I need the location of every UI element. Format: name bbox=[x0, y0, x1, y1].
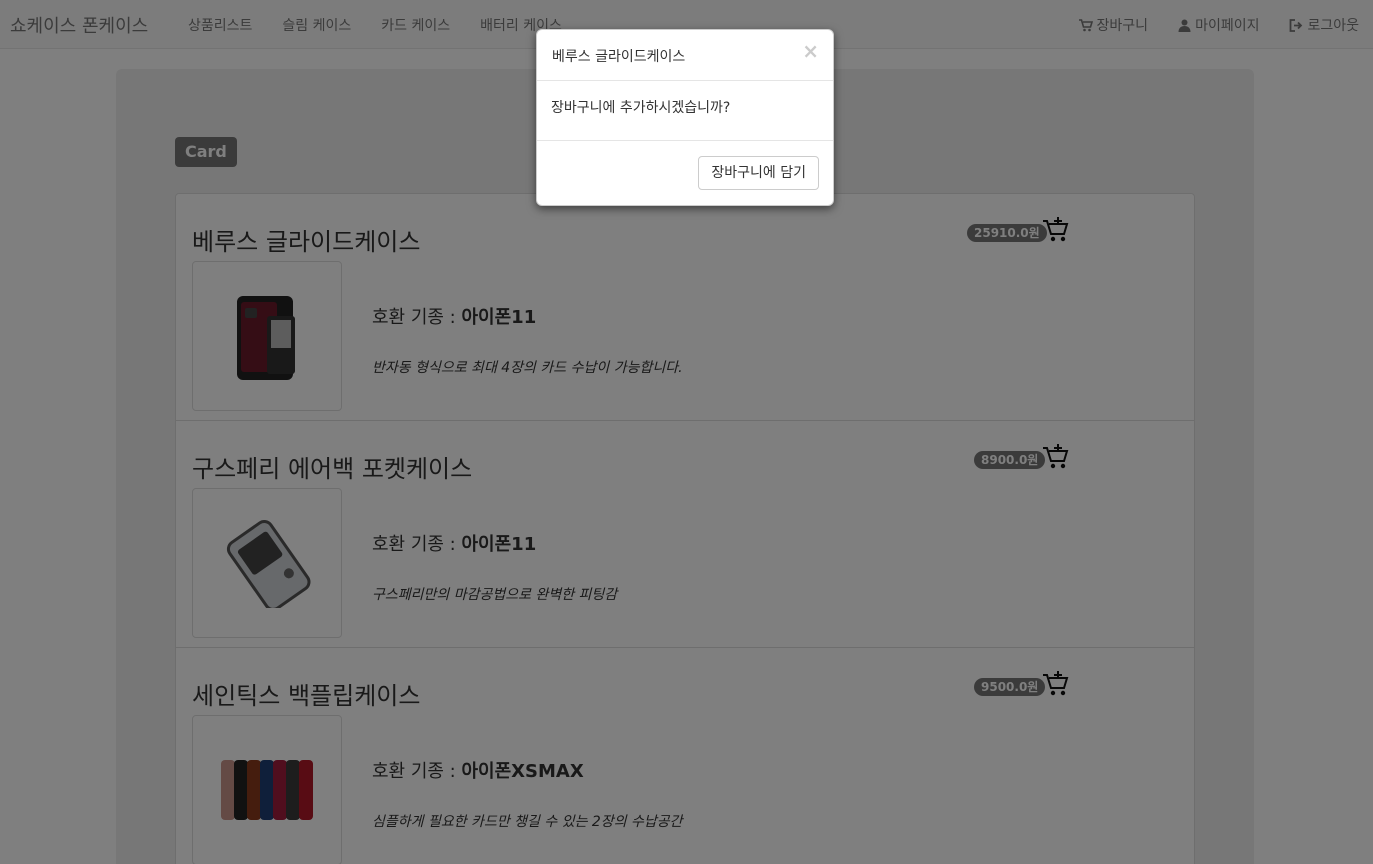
add-to-cart-button[interactable]: 장바구니에 담기 bbox=[698, 156, 819, 190]
modal-body: 장바구니에 추가하시겠습니까? bbox=[537, 81, 833, 141]
modal-footer: 장바구니에 담기 bbox=[537, 141, 833, 205]
close-icon[interactable]: × bbox=[802, 41, 819, 61]
modal-header: 베루스 글라이드케이스 × bbox=[537, 30, 833, 81]
add-to-cart-modal: 베루스 글라이드케이스 × 장바구니에 추가하시겠습니까? 장바구니에 담기 bbox=[536, 29, 834, 206]
modal-message: 장바구니에 추가하시겠습니까? bbox=[551, 100, 731, 116]
modal-title: 베루스 글라이드케이스 bbox=[552, 49, 686, 65]
